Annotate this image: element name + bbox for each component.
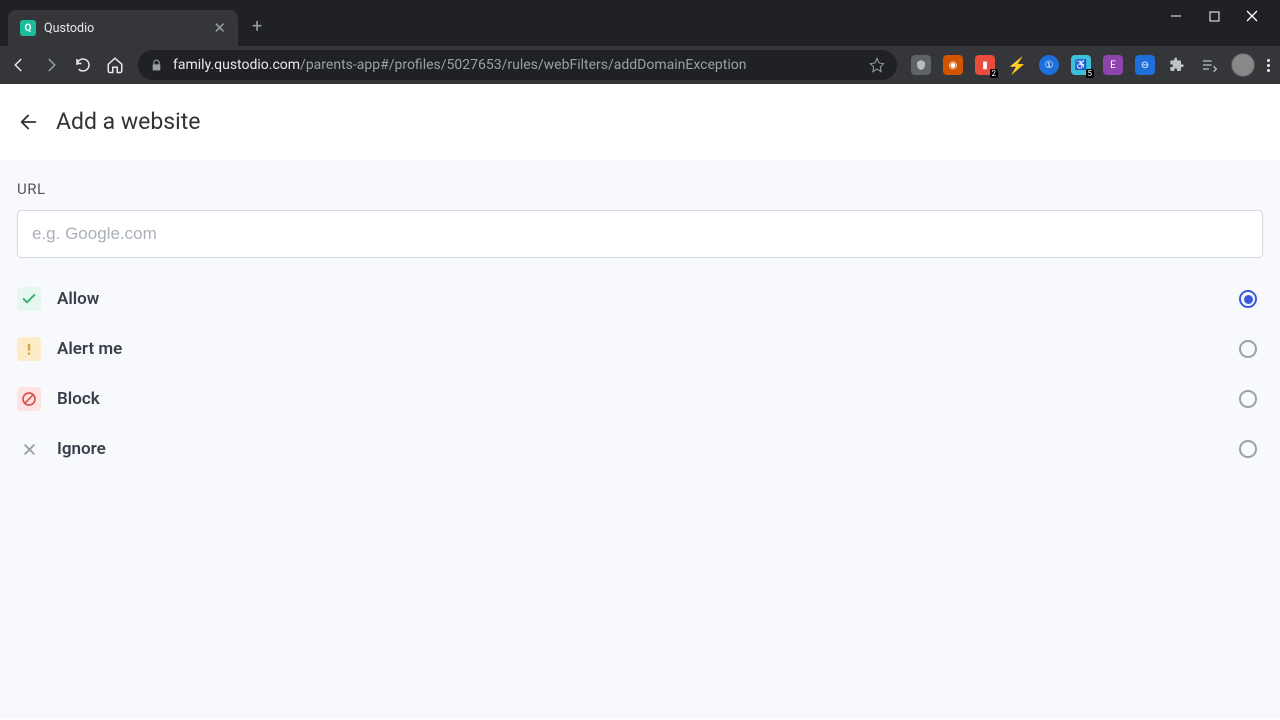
x-icon bbox=[17, 437, 41, 461]
window-controls bbox=[1166, 0, 1280, 26]
option-label: Ignore bbox=[57, 439, 1239, 459]
close-tab-icon[interactable]: ✕ bbox=[211, 19, 228, 38]
browser-tab-strip: Q Qustodio ✕ + bbox=[0, 0, 1280, 46]
extensions-puzzle-icon[interactable] bbox=[1167, 55, 1187, 75]
extension-icons: ◉ ▮2 ⚡ ① ♿5 E ⊖ bbox=[911, 53, 1270, 77]
alert-icon bbox=[17, 337, 41, 361]
browser-nav-bar: family.qustodio.com/parents-app#/profile… bbox=[0, 46, 1280, 84]
lock-icon bbox=[150, 59, 163, 72]
tab-title: Qustodio bbox=[44, 21, 211, 36]
bookmark-star-icon[interactable] bbox=[869, 57, 885, 73]
radio-block[interactable] bbox=[1239, 390, 1257, 408]
home-icon[interactable] bbox=[106, 56, 124, 74]
close-window-icon[interactable] bbox=[1242, 6, 1262, 26]
address-bar[interactable]: family.qustodio.com/parents-app#/profile… bbox=[138, 50, 897, 80]
media-control-icon[interactable] bbox=[1199, 55, 1219, 75]
option-allow[interactable]: Allow bbox=[17, 274, 1263, 324]
url-input[interactable] bbox=[17, 210, 1263, 258]
favicon: Q bbox=[20, 20, 36, 36]
brave-shield-icon[interactable] bbox=[911, 55, 931, 75]
radio-allow[interactable] bbox=[1239, 290, 1257, 308]
option-ignore[interactable]: Ignore bbox=[17, 424, 1263, 474]
radio-ignore[interactable] bbox=[1239, 440, 1257, 458]
maximize-icon[interactable] bbox=[1204, 6, 1224, 26]
new-tab-button[interactable]: + bbox=[252, 18, 262, 36]
chrome-menu-icon[interactable] bbox=[1267, 59, 1270, 72]
option-block[interactable]: Block bbox=[17, 374, 1263, 424]
lightning-icon[interactable]: ⚡ bbox=[1007, 55, 1027, 75]
minimize-icon[interactable] bbox=[1166, 6, 1186, 26]
option-alert[interactable]: Alert me bbox=[17, 324, 1263, 374]
extension-icon-6[interactable]: ⊖ bbox=[1135, 55, 1155, 75]
extension-icon-2[interactable]: ▮2 bbox=[975, 55, 995, 75]
browser-tab[interactable]: Q Qustodio ✕ bbox=[8, 10, 238, 46]
profile-avatar[interactable] bbox=[1231, 53, 1255, 77]
option-label: Alert me bbox=[57, 339, 1239, 359]
reload-icon[interactable] bbox=[74, 56, 92, 74]
url-text: family.qustodio.com/parents-app#/profile… bbox=[173, 57, 746, 73]
extension-icon-3[interactable]: ① bbox=[1039, 55, 1059, 75]
check-icon bbox=[17, 287, 41, 311]
block-icon bbox=[17, 387, 41, 411]
page-content: Add a website URL Allow Alert me bbox=[0, 84, 1280, 720]
page-header: Add a website bbox=[0, 84, 1280, 160]
radio-alert[interactable] bbox=[1239, 340, 1257, 358]
extension-icon-1[interactable]: ◉ bbox=[943, 55, 963, 75]
nav-back-icon[interactable] bbox=[10, 56, 28, 74]
back-arrow-icon[interactable] bbox=[18, 111, 40, 133]
option-label: Allow bbox=[57, 289, 1239, 309]
extension-icon-5[interactable]: E bbox=[1103, 55, 1123, 75]
nav-forward-icon bbox=[42, 56, 60, 74]
option-label: Block bbox=[57, 389, 1239, 409]
action-options: Allow Alert me Block bbox=[17, 274, 1263, 474]
extension-icon-4[interactable]: ♿5 bbox=[1071, 55, 1091, 75]
page-title: Add a website bbox=[56, 108, 200, 135]
form-body: URL Allow Alert me Blo bbox=[0, 160, 1280, 719]
url-label: URL bbox=[17, 180, 1263, 198]
